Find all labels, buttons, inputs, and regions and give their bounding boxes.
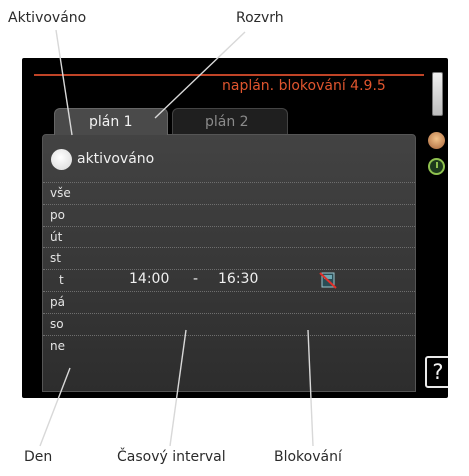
day-row-mon[interactable]: po — [43, 203, 415, 226]
time-to[interactable]: 16:30 — [218, 271, 258, 287]
day-row-sat[interactable]: so — [43, 312, 415, 335]
day-row-wed[interactable]: st — [43, 247, 415, 269]
day-row-thu[interactable]: t 14:00 - 16:30 — [43, 269, 415, 291]
activation-label: aktivováno — [77, 151, 155, 167]
display-screen: naplán. blokování 4.9.5 ? plán 2 aktivov… — [22, 58, 448, 398]
schedule-panel: aktivováno vše po út st t 14:00 - 16:30 … — [42, 134, 416, 392]
day-list: vše po út st t 14:00 - 16:30 pá so ne — [43, 182, 415, 356]
callout-activated: Aktivováno — [8, 10, 87, 26]
callout-day: Den — [24, 449, 53, 465]
day-row-tue[interactable]: út — [43, 225, 415, 248]
day-label: ne — [50, 338, 65, 353]
callout-schedule: Rozvrh — [236, 10, 284, 26]
help-button[interactable]: ? — [425, 356, 448, 388]
tab-plan-1[interactable]: plán 1 — [54, 108, 168, 135]
day-label: t — [59, 273, 64, 288]
callout-time-interval: Časový interval — [117, 449, 226, 465]
breadcrumb: naplán. blokování 4.9.5 — [222, 78, 386, 94]
user-icon[interactable] — [428, 132, 445, 149]
tab-plan-2[interactable]: plán 2 — [172, 108, 288, 135]
day-row-all[interactable]: vše — [43, 182, 415, 204]
day-label: pá — [50, 294, 65, 309]
day-label: po — [50, 207, 65, 222]
activation-toggle[interactable] — [51, 149, 72, 170]
time-separator: - — [193, 271, 199, 288]
day-label: vše — [50, 186, 71, 200]
scrollbar[interactable] — [432, 72, 443, 116]
day-label: so — [50, 316, 64, 331]
heat-pump-blocked-icon[interactable] — [319, 271, 337, 289]
day-row-sun[interactable]: ne — [43, 334, 415, 357]
time-from[interactable]: 14:00 — [129, 271, 169, 287]
clock-icon[interactable] — [428, 158, 445, 175]
header-line — [34, 74, 424, 76]
day-row-fri[interactable]: pá — [43, 290, 415, 313]
callout-blocking: Blokování — [274, 449, 342, 465]
day-label: st — [50, 251, 61, 266]
day-label: út — [50, 229, 63, 244]
